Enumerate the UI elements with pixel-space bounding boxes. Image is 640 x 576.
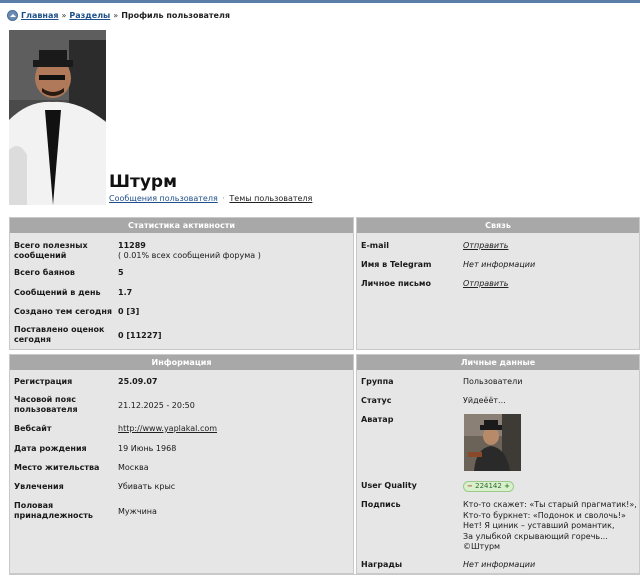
- breadcrumb-separator: »: [113, 11, 119, 20]
- avatar-image: [464, 414, 521, 471]
- stat-label: Создано тем сегодня: [14, 307, 113, 316]
- telegram-value: Нет информации: [463, 260, 536, 269]
- status-value: Уйдеёёт...: [463, 396, 506, 405]
- stat-subvalue: ( 0.01% всех сообщений форума ): [118, 251, 261, 260]
- group-value: Пользователи: [463, 377, 523, 386]
- stat-value: 11289: [118, 241, 146, 250]
- stat-label: Сообщений в день: [14, 288, 101, 297]
- profile-photo-image: [9, 30, 106, 205]
- breadcrumb: Главная » Разделы » Профиль пользователя: [7, 9, 230, 22]
- stat-label: Поставлено оценок сегодня: [14, 325, 105, 344]
- link-separator: ·: [222, 194, 225, 203]
- info-label: Половая принадлежность: [14, 501, 93, 520]
- user-quality: − 224142 +: [463, 481, 514, 492]
- quality-value: 224142: [475, 482, 502, 490]
- info-label: Увлечения: [14, 482, 64, 491]
- info-label: Дата рождения: [14, 444, 87, 453]
- website-link[interactable]: http://www.yaplakal.com: [118, 424, 217, 434]
- panel-header: Личные данные: [357, 355, 639, 370]
- panel-header: Информация: [10, 355, 353, 370]
- breadcrumb-current: Профиль пользователя: [121, 11, 230, 20]
- user-posts-link[interactable]: Сообщения пользователя: [109, 194, 218, 203]
- info-value: Убивать крыс: [118, 482, 176, 491]
- quality-minus-button[interactable]: −: [467, 482, 473, 490]
- signature-line: За улыбкой скрывающий горечь...: [463, 531, 608, 541]
- signature-line: Кто-то буркнет: «Подонок и сволочь!»: [463, 510, 626, 520]
- info-value: 19 Июнь 1968: [118, 444, 177, 453]
- awards-value: Нет информации: [463, 560, 536, 569]
- personal-label: Статус: [361, 396, 392, 405]
- top-bar: [0, 0, 640, 3]
- info-label: Часовой пояс пользователя: [14, 395, 78, 414]
- info-label: Место жительства: [14, 463, 100, 472]
- user-topics-link[interactable]: Темы пользователя: [229, 194, 312, 203]
- stat-value: 5: [118, 268, 124, 277]
- stat-label: Всего баянов: [14, 268, 75, 277]
- info-label: Регистрация: [14, 377, 73, 386]
- personal-label: Группа: [361, 377, 394, 386]
- signature-line: Нет! Я циник – уставший романтик,: [463, 521, 615, 530]
- info-label: Вебсайт: [14, 424, 52, 433]
- personal-label: Подпись: [361, 500, 401, 509]
- stat-value: 0 [11227]: [118, 331, 162, 340]
- send-email-link[interactable]: Отправить: [463, 241, 508, 251]
- stat-value: 1.7: [118, 288, 133, 297]
- panel-header: Связь: [357, 218, 639, 233]
- signature-line: Кто-то скажет: «Ты старый прагматик!»,: [463, 500, 637, 509]
- breadcrumb-sections-link[interactable]: Разделы: [69, 11, 110, 20]
- personal-label: Аватар: [361, 415, 394, 424]
- contact-panel: Связь E-mail Отправить Имя в Telegram Не…: [356, 217, 640, 350]
- send-message-link[interactable]: Отправить: [463, 279, 508, 289]
- signature-line: ©Штурм: [463, 542, 501, 551]
- bottom-divider: [9, 574, 640, 575]
- info-value: 25.09.07: [118, 377, 158, 386]
- profile-username: Штурм: [109, 172, 177, 192]
- contact-label: E-mail: [361, 241, 390, 250]
- contact-label: Личное письмо: [361, 279, 431, 288]
- signature: Кто-то скажет: «Ты старый прагматик!», К…: [463, 500, 637, 553]
- contact-label: Имя в Telegram: [361, 260, 432, 269]
- profile-links: Сообщения пользователя · Темы пользовате…: [109, 194, 312, 203]
- panel-header: Статистика активности: [10, 218, 353, 233]
- user-avatar: [464, 414, 521, 471]
- user-quality-badge: − 224142 +: [463, 481, 514, 492]
- info-value: Москва: [118, 463, 149, 472]
- personal-data-panel: Личные данные Группа Пользователи Статус…: [356, 354, 640, 574]
- home-icon[interactable]: [7, 10, 18, 21]
- stat-label: Всего полезных сообщений: [14, 241, 88, 260]
- info-value: Мужчина: [118, 507, 157, 516]
- profile-photo: [9, 30, 106, 205]
- stat-value: 0 [3]: [118, 307, 140, 316]
- breadcrumb-home-link[interactable]: Главная: [21, 11, 58, 20]
- activity-stats-panel: Статистика активности Всего полезных соо…: [9, 217, 354, 350]
- personal-label: User Quality: [361, 481, 417, 490]
- info-value: 21.12.2025 - 20:50: [118, 401, 195, 410]
- breadcrumb-separator: »: [61, 11, 67, 20]
- info-panel: Информация Регистрация 25.09.07 Часовой …: [9, 354, 354, 574]
- quality-plus-button[interactable]: +: [504, 482, 510, 490]
- personal-label: Награды: [361, 560, 403, 569]
